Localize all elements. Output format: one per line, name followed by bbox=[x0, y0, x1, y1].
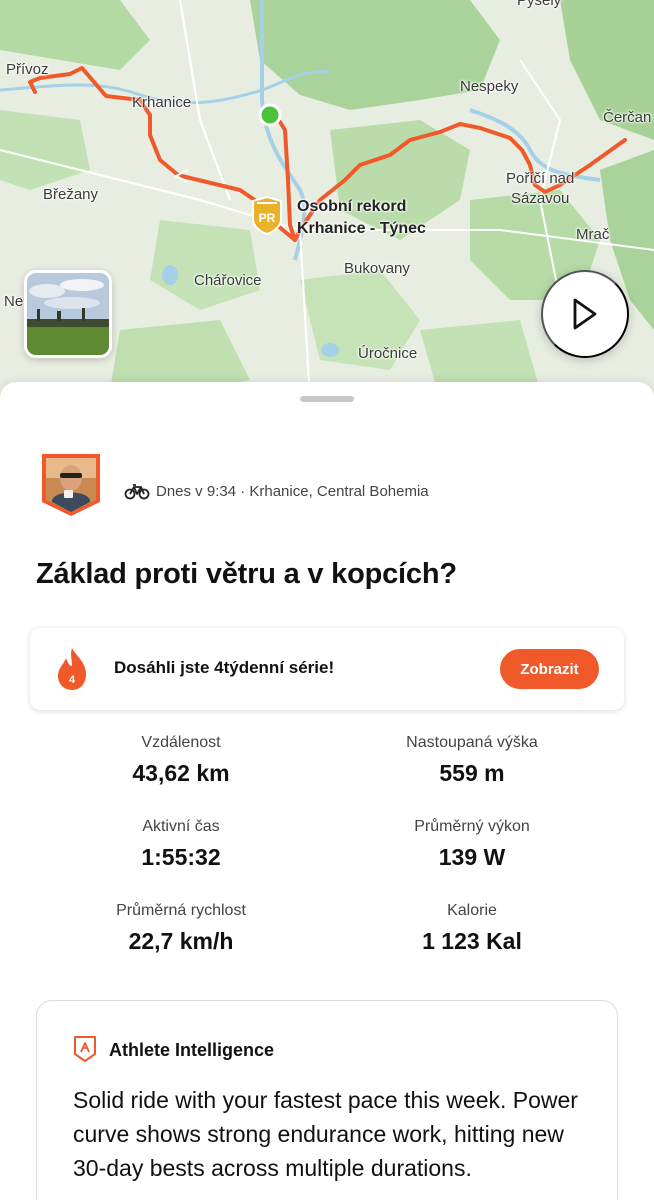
stat-label: Průměrná rychlost bbox=[116, 902, 246, 919]
pr-label-title: Osobní rekord bbox=[297, 198, 407, 215]
map-label-ne: Ne bbox=[4, 293, 24, 310]
stat-value: 139 W bbox=[438, 844, 506, 870]
athlete-intelligence-icon bbox=[73, 1035, 97, 1063]
stat-distance: Vzdálenost 43,62 km bbox=[31, 734, 331, 787]
map-label-brezany: Břežany bbox=[43, 186, 99, 203]
activity-title: Základ proti větru a v kopcích? bbox=[36, 558, 457, 590]
activity-photo-thumbnail[interactable] bbox=[24, 270, 112, 358]
streak-banner: 4 Dosáhli jste 4týdenní série! Zobrazit bbox=[30, 628, 624, 710]
stat-value: 559 m bbox=[439, 760, 505, 786]
map-label-porici-2: Sázavou bbox=[511, 190, 570, 207]
stat-calories: Kalorie 1 123 Kal bbox=[322, 902, 622, 955]
stat-elevation: Nastoupaná výška 559 m bbox=[322, 734, 622, 787]
map-label-nespeky: Nespeky bbox=[460, 78, 519, 95]
map-label-mrac: Mrač bbox=[576, 226, 610, 243]
map-label-urocnice: Úročnice bbox=[358, 345, 418, 362]
bike-icon bbox=[124, 484, 150, 500]
athlete-intelligence-summary: Solid ride with your fastest pace this w… bbox=[73, 1087, 578, 1181]
stat-label: Průměrný výkon bbox=[414, 818, 530, 835]
streak-count: 4 bbox=[69, 674, 76, 686]
athlete-intelligence-title: Athlete Intelligence bbox=[109, 1040, 275, 1060]
activity-meta: Dnes v 9:34 · Krhanice, Central Bohemia bbox=[124, 482, 429, 500]
pr-label-segment: Krhanice - Týnec bbox=[297, 220, 426, 237]
athlete-intelligence-card[interactable]: Athlete Intelligence Solid ride with you… bbox=[36, 1000, 618, 1200]
stat-avg-speed: Průměrná rychlost 22,7 km/h bbox=[31, 902, 331, 955]
map-label-bukovany: Bukovany bbox=[344, 260, 410, 277]
map-label-krhanice: Krhanice bbox=[132, 94, 192, 111]
stat-value: 1:55:32 bbox=[141, 844, 221, 870]
athlete-avatar[interactable] bbox=[40, 452, 102, 518]
stat-label: Aktivní čas bbox=[142, 818, 220, 835]
stat-value: 1 123 Kal bbox=[422, 928, 522, 954]
streak-message: Dosáhli jste 4týdenní série! bbox=[114, 658, 335, 677]
stat-moving-time: Aktivní čas 1:55:32 bbox=[31, 818, 331, 871]
pr-badge-icon[interactable]: PR bbox=[249, 195, 285, 236]
route-map[interactable]: Pyšely Přívoz Krhanice Nespeky Čerčan Bř… bbox=[0, 0, 654, 400]
activity-detail-sheet: Dnes v 9:34 · Krhanice, Central Bohemia … bbox=[0, 382, 654, 1200]
sheet-drag-handle[interactable] bbox=[300, 396, 354, 402]
stat-avg-power: Průměrný výkon 139 W bbox=[322, 818, 622, 871]
streak-view-button[interactable]: Zobrazit bbox=[500, 649, 599, 689]
map-label-cercany: Čerčan bbox=[603, 109, 652, 126]
stat-label: Kalorie bbox=[447, 902, 497, 919]
stat-label: Vzdálenost bbox=[141, 734, 221, 751]
map-label-privoz: Přívoz bbox=[6, 61, 49, 78]
map-label-porici: Poříčí nad bbox=[506, 170, 575, 187]
pr-badge-text: PR bbox=[259, 211, 276, 225]
streak-flame-icon: 4 bbox=[52, 646, 92, 692]
play-icon bbox=[573, 298, 597, 330]
start-marker bbox=[258, 103, 282, 127]
stat-label: Nastoupaná výška bbox=[406, 734, 538, 751]
stat-value: 22,7 km/h bbox=[128, 928, 234, 954]
map-label-charovice: Chářovice bbox=[194, 272, 262, 289]
stat-value: 43,62 km bbox=[132, 760, 230, 786]
activity-date-location: Dnes v 9:34 · Krhanice, Central Bohemia bbox=[156, 482, 429, 500]
play-flyover-button[interactable] bbox=[541, 270, 629, 358]
map-label-pysely: Pyšely bbox=[517, 0, 562, 9]
